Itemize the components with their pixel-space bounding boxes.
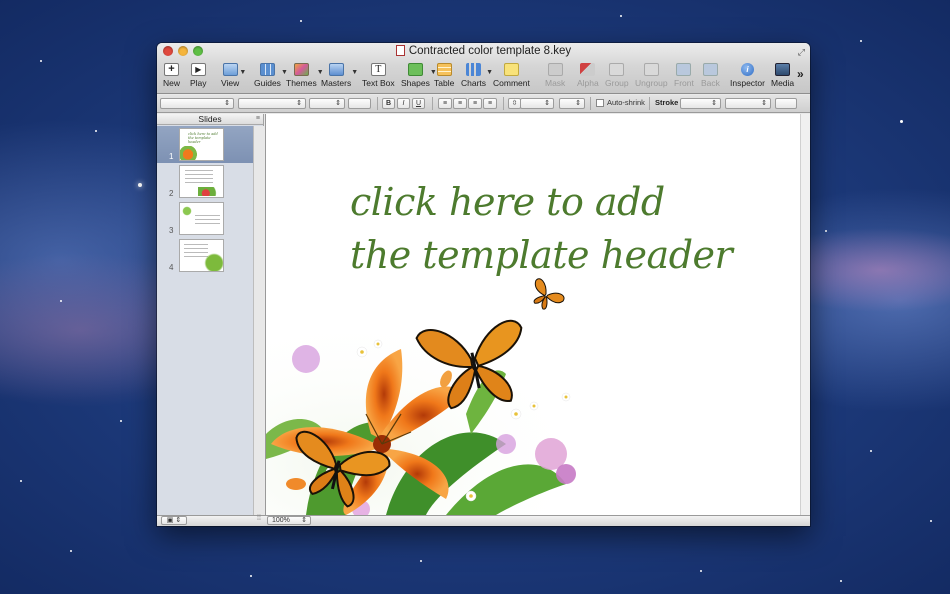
toolbar-mask-button[interactable]: Mask: [545, 63, 565, 88]
window-title: Contracted color template 8.key: [408, 45, 572, 57]
auto-shrink-checkbox[interactable]: [596, 99, 604, 107]
italic-button[interactable]: I: [397, 98, 410, 109]
slides-panel-title: Slides: [198, 114, 222, 124]
toolbar-masters-button[interactable]: Masters ▼: [321, 63, 358, 88]
comment-icon: [503, 63, 519, 76]
front-icon: [676, 63, 692, 76]
auto-shrink-label: Auto-shrink: [607, 98, 645, 107]
masters-icon: [328, 63, 344, 76]
text-box-icon: T: [370, 63, 386, 76]
slide-thumbnail-4[interactable]: 4: [157, 237, 253, 274]
guides-icon: [259, 63, 275, 76]
alpha-icon: [580, 63, 596, 76]
view-icon: [222, 63, 238, 76]
inspector-icon: i: [740, 63, 754, 76]
flower-butterfly-image[interactable]: [266, 114, 800, 515]
line-spacing-dropdown[interactable]: ⇕: [520, 98, 554, 109]
toolbar-shapes-button[interactable]: Shapes ▼: [401, 63, 437, 88]
toolbar-themes-button[interactable]: Themes ▼: [286, 63, 324, 88]
toolbar-front-button[interactable]: Front: [674, 63, 694, 88]
toolbar-media-button[interactable]: Media: [771, 63, 794, 88]
toolbar-ungroup-button[interactable]: Ungroup: [635, 63, 668, 88]
mask-icon: [547, 63, 563, 76]
align-justify-icon[interactable]: ≡: [483, 98, 497, 109]
toolbar-play-button[interactable]: ▶ Play: [190, 63, 207, 88]
stroke-width-dropdown[interactable]: ⇕: [725, 98, 771, 109]
title-bar: Contracted color template 8.key ⤢ + New …: [157, 43, 810, 94]
toolbar-inspector-button[interactable]: i Inspector: [730, 63, 765, 88]
toolbar-group-button[interactable]: Group: [605, 63, 629, 88]
stroke-style-dropdown[interactable]: ⇕: [680, 98, 721, 109]
slide-navigator: Slides ≡ 1 click here to add the template…: [157, 114, 264, 516]
themes-icon: [293, 63, 309, 76]
align-right-icon[interactable]: ≡: [468, 98, 482, 109]
toolbar-alpha-button[interactable]: Alpha: [577, 63, 599, 88]
panel-options-icon[interactable]: ≡: [256, 114, 260, 124]
underline-button[interactable]: U: [412, 98, 425, 109]
navigator-scrollbar[interactable]: [253, 126, 264, 516]
fullscreen-icon[interactable]: ⤢: [798, 47, 805, 58]
stroke-label: Stroke: [655, 98, 679, 107]
document-icon: [395, 45, 405, 56]
canvas-scrollbar[interactable]: [800, 114, 810, 516]
toolbar-guides-button[interactable]: Guides ▼: [254, 63, 288, 88]
align-center-icon[interactable]: ≡: [453, 98, 467, 109]
align-left-icon[interactable]: ≡: [438, 98, 452, 109]
format-bar: ⇕ ⇕ ⇕ B I U ≡ ≡ ≡ ≡ ⇳ ⇕ ⇕ Auto-shrink St…: [157, 95, 810, 113]
toolbar-table-button[interactable]: Table: [434, 63, 454, 88]
toolbar-text-box-button[interactable]: T Text Box: [362, 63, 395, 88]
shapes-icon: [407, 63, 423, 76]
chevron-down-icon: ▼: [351, 69, 359, 76]
play-icon: ▶: [190, 63, 206, 76]
ungroup-icon: [643, 63, 659, 76]
font-typeface-dropdown[interactable]: ⇕: [309, 98, 345, 109]
toolbar-view-button[interactable]: View ▼: [221, 63, 246, 88]
toolbar-back-button[interactable]: Back: [701, 63, 720, 88]
chevron-down-icon: ▼: [239, 69, 247, 76]
toolbar-comment-button[interactable]: Comment: [493, 63, 530, 88]
font-family-dropdown[interactable]: ⇕: [238, 98, 306, 109]
view-mode-dropdown[interactable]: ▣ ⇕: [161, 516, 187, 525]
toolbar-new-button[interactable]: + New: [163, 63, 180, 88]
table-icon: [436, 63, 452, 76]
status-bar: ▣ ⇕ ⁞⁞ 100% ⇕: [157, 515, 810, 526]
font-size-field[interactable]: [348, 98, 371, 109]
chevron-down-icon: ▼: [486, 69, 494, 76]
toolbar-charts-button[interactable]: Charts ▼: [461, 63, 493, 88]
columns-dropdown[interactable]: ⇕: [559, 98, 585, 109]
slide-1-editor: click here to add the template header: [266, 114, 800, 515]
group-icon: [609, 63, 625, 76]
slide-thumbnail-1[interactable]: 1 click here to add the template header: [157, 126, 253, 163]
slide-thumbnail-3[interactable]: 3: [157, 200, 253, 237]
slide-thumbnail-2[interactable]: 2: [157, 163, 253, 200]
toolbar-overflow-button[interactable]: »: [797, 67, 804, 81]
bold-button[interactable]: B: [382, 98, 395, 109]
stroke-color-well[interactable]: [775, 98, 797, 109]
back-icon: [702, 63, 718, 76]
keynote-window: Contracted color template 8.key ⤢ + New …: [157, 43, 810, 526]
style-dropdown[interactable]: ⇕: [160, 98, 234, 109]
zoom-dropdown[interactable]: 100% ⇕: [267, 516, 311, 525]
slide-canvas: click here to add the template header: [265, 114, 810, 516]
media-icon: [775, 63, 791, 76]
plus-icon: +: [164, 63, 179, 76]
resize-handle-icon[interactable]: ⁞⁞: [257, 515, 261, 522]
charts-icon: [466, 63, 482, 76]
